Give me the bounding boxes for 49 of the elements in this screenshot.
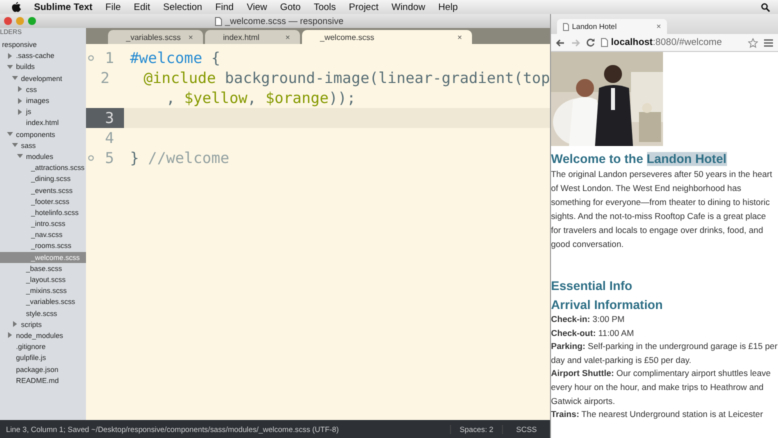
apple-icon[interactable] [12,2,21,12]
code-line: @include background-image(linear-gradient(top [142,69,550,87]
code-line: , $yellow, $orange)); [165,89,356,107]
code-line: } //welcome [129,149,230,167]
menu-item[interactable]: Tools [314,2,336,12]
info-text: Trains: The nearest Underground station is at Leicester [551,408,764,422]
section-heading: Essential Info [551,278,634,295]
back-icon[interactable] [556,38,565,46]
menu-item[interactable]: File [105,2,121,12]
line-number: 2 [100,69,110,87]
page-icon [563,22,569,30]
forward-icon[interactable] [571,38,580,46]
menu-item[interactable]: View [246,2,268,12]
intro-paragraph: The original Landon perseveres after 50 years in the heart of West London. The West End neighborhood has something for everyone—from theater to dining to historic sights. And the not-to-miss Rooftop Cafe is a great place for travelers and locals to engage over drinks, food, and good conversation. [551,168,774,251]
window-title: _welcome.scss — responsive [225,16,344,26]
document-icon [215,16,222,26]
menu-item[interactable]: Goto [280,2,301,12]
info-text: Check-in: 3:00 PM [551,313,626,326]
menu-item[interactable]: Selection [163,2,202,12]
zoom-button[interactable] [28,17,36,25]
line-number: 4 [104,129,114,147]
menu-item[interactable]: Window [391,2,426,12]
info-text: Parking: Self-parking in the underground garage is £15 per day and valet-parking is £50 per day. [551,340,778,367]
minimize-button[interactable] [16,17,24,25]
menu-item[interactable]: Find [215,2,234,12]
line-number: 1 [104,49,114,67]
star-icon[interactable] [748,38,758,48]
info-text: Check-out: 11:00 AM [551,326,635,340]
fold-icon[interactable] [88,55,94,61]
menu-icon[interactable] [764,38,773,46]
info-text: Airport Shuttle: Our complimentary airport shuttles leave every hour on the hour, and make trips to Heathrow and Gatwick airports. [551,367,772,408]
code-editor[interactable]: 1 #welcome { 2 @include background-image(linear-gradient(top , $yellow, $orange)); 3 4 5 } //welcome [86,44,550,420]
line-number: 3 [104,109,114,127]
close-button[interactable] [4,17,12,25]
menu-item[interactable]: Edit [134,2,150,12]
subsection-heading: Arrival Information [551,297,664,313]
fold-icon[interactable] [88,155,94,161]
app-menu[interactable]: Sublime Text [34,2,92,12]
search-icon[interactable] [761,2,770,12]
code-line: #welcome { [129,49,220,67]
editor-tab[interactable]: _welcome.scss × [302,30,472,44]
welcome-heading: Welcome to the Landon Hotel [551,151,728,167]
page-icon [601,38,608,47]
editor-tab[interactable]: index.html × [205,30,300,44]
menu-item[interactable]: Help [438,2,458,12]
menu-item[interactable]: Project [348,2,378,12]
editor-tab[interactable]: _variables.scss × [108,30,203,44]
line-number: 5 [104,149,114,167]
reload-icon[interactable] [586,38,595,47]
